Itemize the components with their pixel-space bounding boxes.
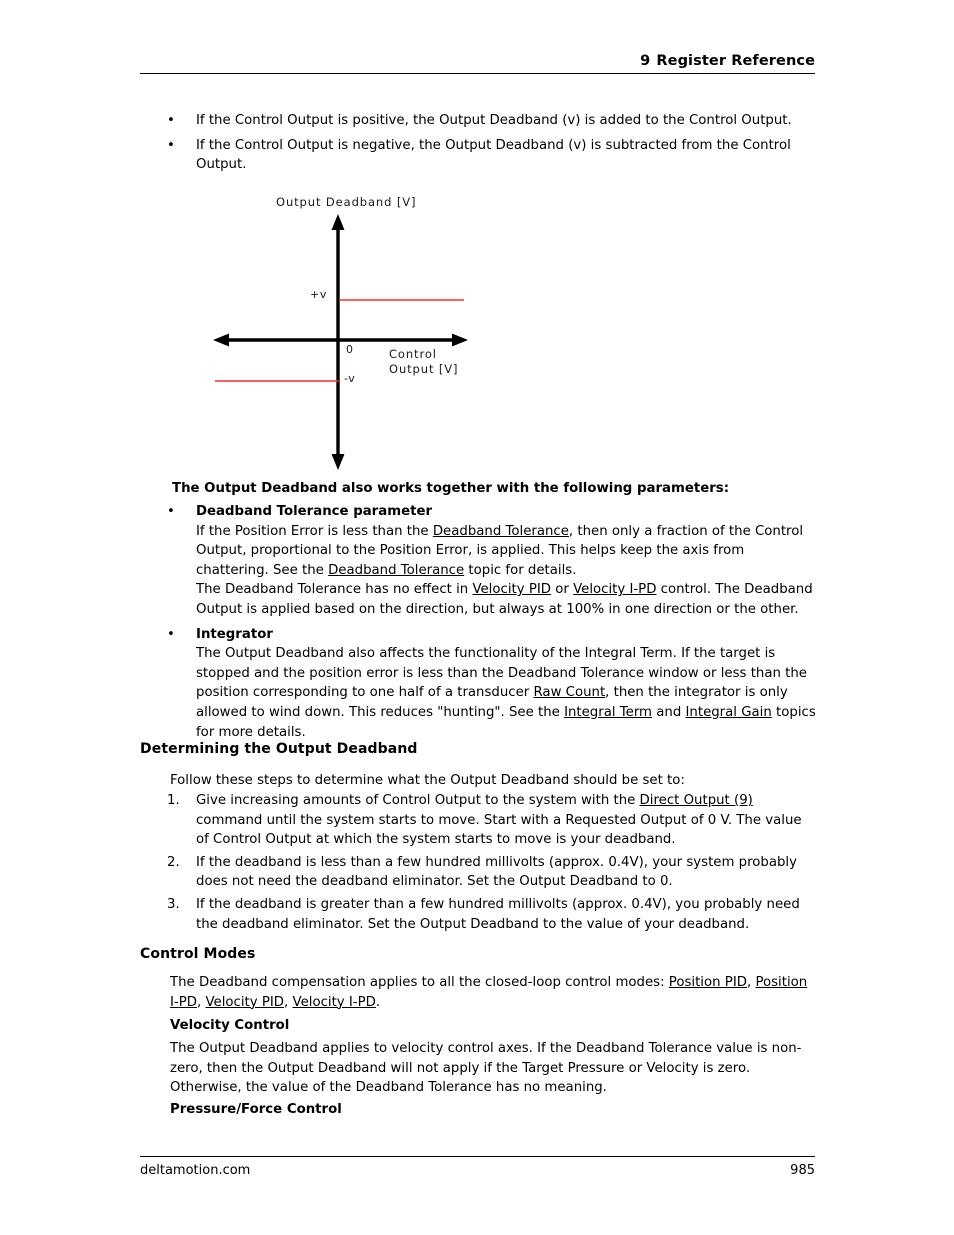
velocity-control-body: The Output Deadband applies to velocity … [170,1041,802,1096]
diagram-x-axis-title-line1: Control [389,347,437,361]
list-item-title: Integrator [196,626,273,642]
pressure-force-control-heading: Pressure/Force Control [170,1102,342,1117]
list-item-text: Give increasing amounts of Control Outpu… [196,793,802,848]
list-item-text: If the deadband is less than a few hundr… [196,854,797,890]
footer-site: deltamotion.com [140,1163,251,1178]
list-item: 2. If the deadband is less than a few hun… [167,853,817,892]
diagram-tick-negative: -v [344,372,356,385]
bullet-icon: • [167,113,175,128]
header-chapter-title: Register Reference [656,53,815,69]
cross-reference-link[interactable]: Raw Count [533,685,605,700]
document-page: 9 Register Reference • If the Control Outp… [0,0,954,1235]
list-item: 3. If the deadband is greater than a few … [167,895,817,934]
list-item: • If the Control Output is positive, the … [167,111,817,131]
list-item-paragraph: The Deadband Tolerance has no effect in … [196,582,813,617]
list-item-number: 3. [167,896,180,912]
list-item-content: Deadband Tolerance parameter If the Posit… [196,502,817,620]
cross-reference-link[interactable]: Velocity I-PD [573,582,656,597]
bullet-icon: • [167,504,175,519]
cross-reference-link[interactable]: Velocity PID [205,995,284,1010]
determining-heading: Determining the Output Deadband [140,741,418,757]
cross-reference-link[interactable]: Deadband Tolerance [328,563,464,578]
control-modes-intro: The Deadband compensation applies to all… [170,975,808,1010]
footer-rule [140,1156,815,1157]
list-item-text: If the Control Output is negative, the O… [196,137,791,173]
list-item-paragraph: The Output Deadband also affects the fun… [196,646,816,740]
determining-intro: Follow these steps to determine what the… [170,773,685,788]
header-rule [140,73,815,74]
header-chapter-number: 9 [640,53,651,69]
cross-reference-link[interactable]: Integral Term [564,705,652,720]
y-axis-arrow-down [331,454,345,470]
diagram-x-axis-title: Control Output [V] [389,347,458,377]
list-item-paragraph: If the Position Error is less than the D… [196,523,804,578]
list-item-title: Deadband Tolerance parameter [196,504,433,519]
page-header: 9 Register Reference [140,52,815,70]
diagram-tick-positive: +v [310,288,327,301]
list-item-text: If the deadband is greater than a few hu… [196,896,800,932]
parameters-bullet-list: • Deadband Tolerance parameter If the Posi… [167,502,817,747]
cross-reference-link[interactable]: Velocity PID [472,582,551,597]
diagram-tick-origin: 0 [346,343,354,356]
diagram-axes-svg [213,214,468,470]
bullet-icon: • [167,626,175,642]
y-axis-arrow-up [331,214,345,230]
list-item: • Deadband Tolerance parameter If the Posi… [167,502,817,620]
cross-reference-link[interactable]: Velocity I-PD [293,995,376,1010]
control-modes-heading: Control Modes [140,946,256,962]
list-item: • If the Control Output is negative, the … [167,136,817,175]
diagram-x-axis-title-line2: Output [V] [389,362,459,376]
cross-reference-link[interactable]: Deadband Tolerance [433,524,569,539]
list-item-number: 1. [167,793,180,808]
list-item-number: 2. [167,854,180,870]
list-item-content: Integrator The Output Deadband also affec… [196,625,817,743]
x-axis-arrow-left [213,333,229,347]
cross-reference-link[interactable]: Direct Output (9) [640,793,753,808]
page-footer: deltamotion.com 985 [140,1162,815,1180]
determining-step-list: 1. Give increasing amounts of Control Out… [167,791,817,937]
list-item: • Integrator The Output Deadband also affe… [167,625,817,743]
x-axis-arrow-right [452,333,468,347]
output-deadband-diagram: Output Deadband [V] Control Output [V] +… [200,190,530,480]
header-title: 9 Register Reference [140,52,815,70]
cross-reference-link[interactable]: Position PID [669,975,747,990]
list-item-text: If the Control Output is positive, the O… [196,113,792,128]
intro-bullet-list: • If the Control Output is positive, the … [167,111,817,180]
bullet-icon: • [167,137,175,153]
diagram-y-axis-title: Output Deadband [V] [276,195,417,209]
list-item: 1. Give increasing amounts of Control Out… [167,791,817,850]
cross-reference-link[interactable]: Integral Gain [686,705,772,720]
footer-page-number: 985 [790,1163,815,1178]
parameters-lead-in: The Output Deadband also works together … [172,481,730,496]
velocity-control-heading: Velocity Control [170,1018,290,1033]
